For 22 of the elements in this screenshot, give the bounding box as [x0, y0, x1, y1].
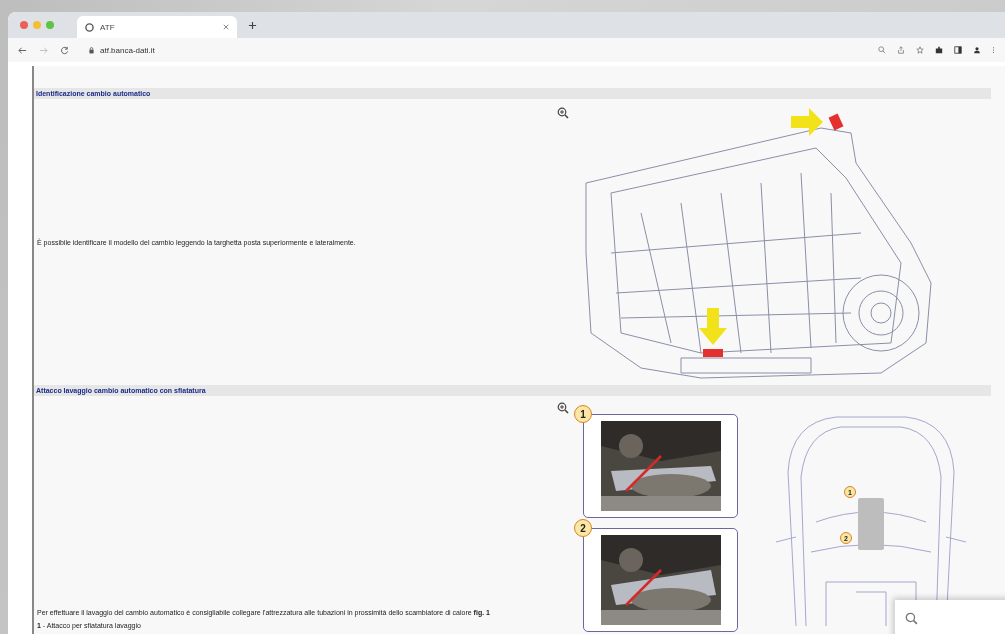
zoom-icon[interactable] [878, 46, 886, 54]
reload-icon[interactable] [60, 45, 69, 55]
close-dot-icon[interactable] [20, 21, 28, 29]
star-icon[interactable] [916, 46, 924, 54]
share-icon[interactable] [897, 46, 905, 54]
number-badge: 1 [574, 405, 592, 423]
url-text: atf.banca-dati.it [100, 45, 155, 55]
zoom-in-icon[interactable] [557, 107, 569, 119]
tab-title: ATF [100, 22, 116, 32]
new-tab-icon[interactable] [248, 20, 257, 30]
browser-tab[interactable]: ATF [77, 16, 237, 38]
zoom-in-icon[interactable] [557, 402, 569, 414]
profile-icon[interactable] [973, 46, 981, 54]
minimize-dot-icon[interactable] [33, 21, 41, 29]
menu-icon[interactable] [992, 46, 995, 54]
number-badge: 2 [574, 519, 592, 537]
back-icon[interactable] [18, 45, 27, 55]
zoom-in-icon[interactable] [905, 612, 918, 625]
maximize-dot-icon[interactable] [46, 21, 54, 29]
side-panel-icon[interactable] [954, 46, 962, 54]
close-tab-icon[interactable] [223, 24, 229, 30]
lock-icon [89, 46, 94, 54]
